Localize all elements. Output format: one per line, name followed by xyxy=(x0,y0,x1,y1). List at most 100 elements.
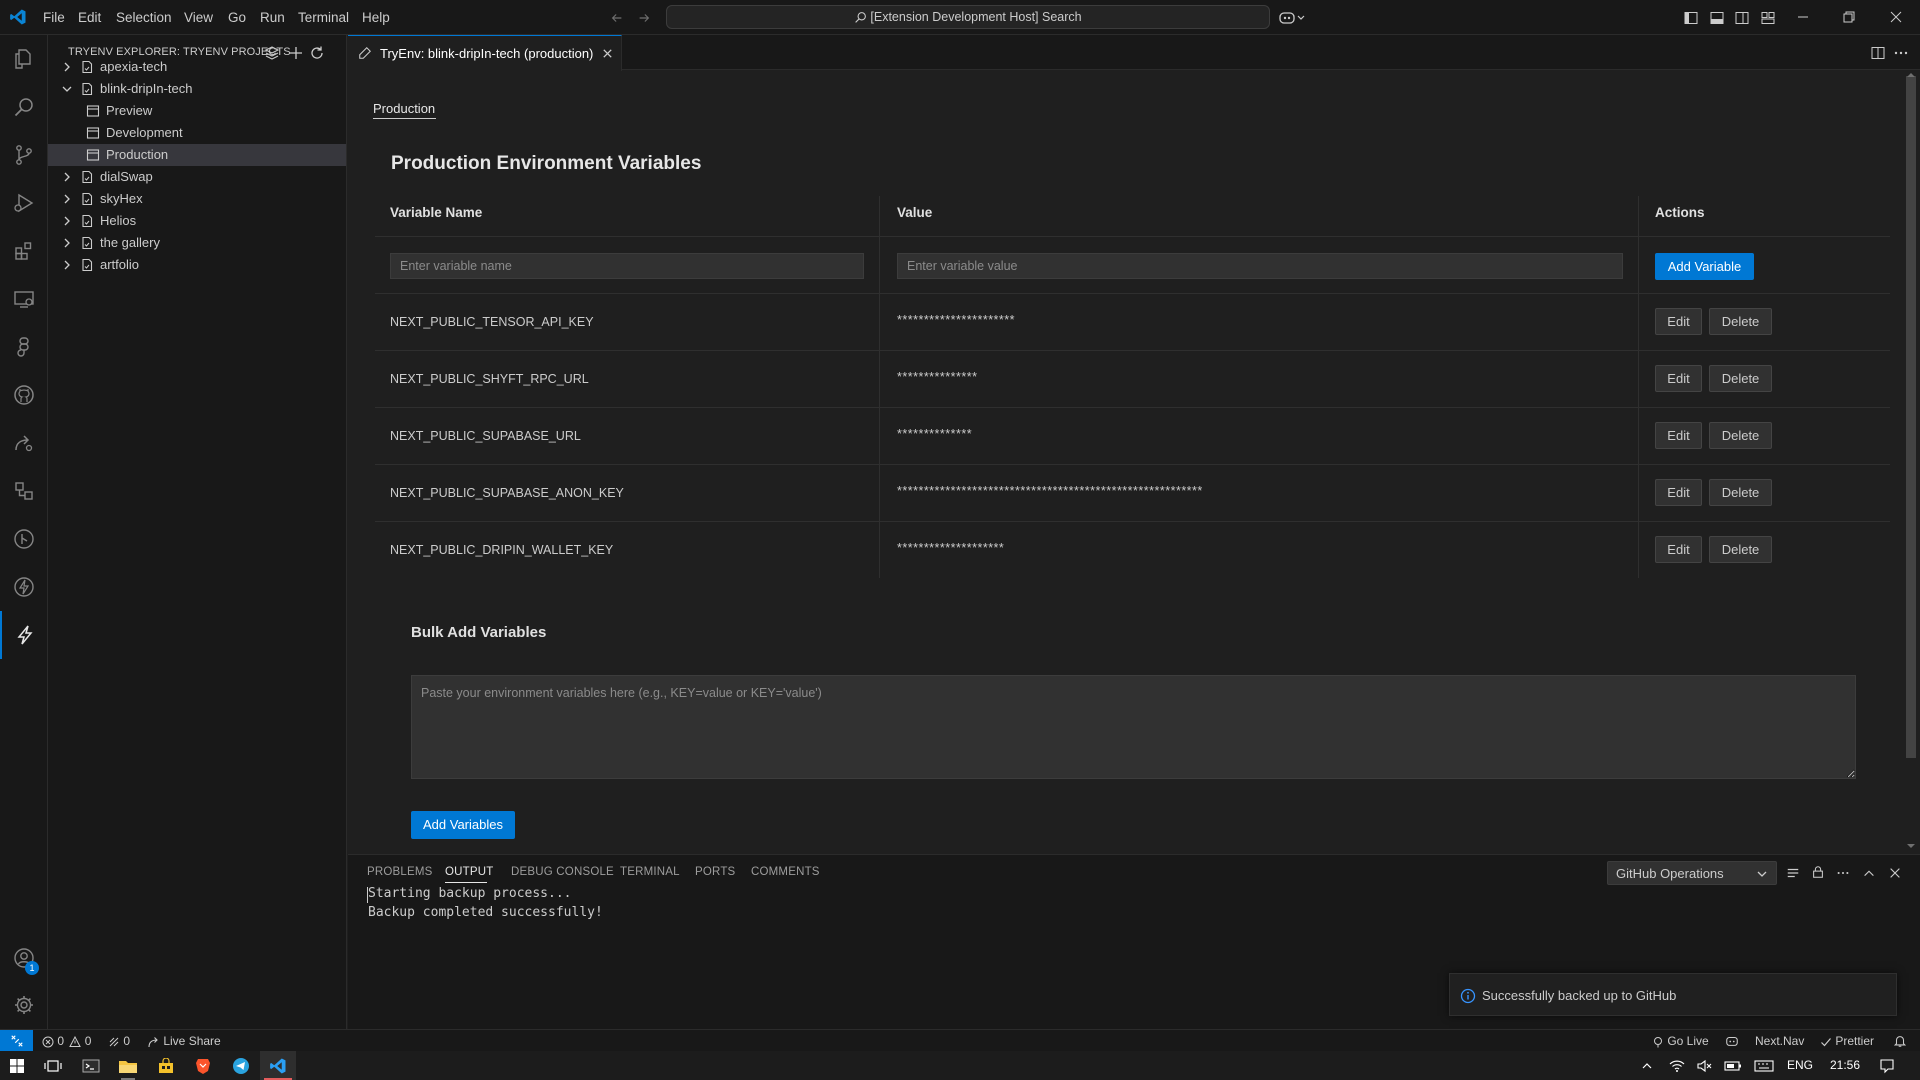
toggle-panel-icon[interactable] xyxy=(1709,10,1725,26)
tree-project-item[interactable]: skyHex xyxy=(48,188,346,210)
chevron-right-icon[interactable] xyxy=(60,258,74,272)
copilot-status-icon[interactable] xyxy=(1725,1030,1739,1052)
panel-tab-ports[interactable]: PORTS xyxy=(695,866,735,878)
chevron-right-icon[interactable] xyxy=(60,236,74,250)
vscode-taskbar-icon[interactable] xyxy=(265,1053,291,1079)
variable-name-input[interactable] xyxy=(390,253,864,279)
keyboard-icon[interactable] xyxy=(1751,1053,1777,1079)
copilot-icon[interactable] xyxy=(1279,10,1305,26)
extensions-icon[interactable] xyxy=(0,227,48,275)
notifications-bell-icon[interactable] xyxy=(1893,1030,1907,1052)
manage-gear-icon[interactable] xyxy=(0,981,48,1029)
edit-button[interactable]: Edit xyxy=(1655,479,1702,506)
maximize-panel-icon[interactable] xyxy=(1862,866,1876,880)
tree-environment-item[interactable]: Development xyxy=(48,122,346,144)
lock-scroll-icon[interactable] xyxy=(1811,865,1825,879)
env-tab-production[interactable]: Production xyxy=(373,101,435,116)
nextnav-status[interactable]: Next.Nav xyxy=(1755,1030,1804,1052)
edit-button[interactable]: Edit xyxy=(1655,308,1702,335)
close-panel-icon[interactable] xyxy=(1888,866,1902,880)
source-control-icon[interactable] xyxy=(0,131,48,179)
remote-indicator-icon[interactable] xyxy=(0,1030,33,1052)
tryenv-icon[interactable] xyxy=(0,611,48,659)
scroll-down-arrow-icon[interactable] xyxy=(1906,843,1916,849)
panel-tab-comments[interactable]: COMMENTS xyxy=(751,866,820,878)
clear-output-icon[interactable] xyxy=(1786,866,1800,880)
terminal-app-icon[interactable] xyxy=(78,1053,104,1079)
toggle-primary-sidebar-icon[interactable] xyxy=(1683,10,1699,26)
volume-muted-icon[interactable] xyxy=(1692,1053,1718,1079)
output-channel-select[interactable]: GitHub Operations xyxy=(1607,861,1777,885)
panel-tab-output[interactable]: OUTPUT xyxy=(445,866,493,878)
edit-button[interactable]: Edit xyxy=(1655,365,1702,392)
delete-button[interactable]: Delete xyxy=(1709,536,1772,563)
tree-project-item[interactable]: blink-dripIn-tech xyxy=(48,78,346,100)
bulk-variables-textarea[interactable] xyxy=(411,675,1856,779)
battery-icon[interactable] xyxy=(1720,1053,1746,1079)
accounts-icon[interactable]: 1 xyxy=(0,934,48,982)
chevron-right-icon[interactable] xyxy=(60,60,74,74)
menu-view[interactable]: View xyxy=(184,0,213,35)
more-actions-icon[interactable] xyxy=(1893,45,1909,61)
chevron-right-icon[interactable] xyxy=(60,170,74,184)
command-center-search[interactable]: [Extension Development Host] Search xyxy=(666,5,1270,29)
panel-tab-debug-console[interactable]: DEBUG CONSOLE xyxy=(511,866,614,878)
tree-project-item[interactable]: Helios xyxy=(48,210,346,232)
search-view-icon[interactable] xyxy=(0,83,48,131)
delete-button[interactable]: Delete xyxy=(1709,479,1772,506)
microsoft-store-icon[interactable] xyxy=(153,1053,179,1079)
ports-status[interactable]: 0 xyxy=(108,1030,130,1052)
add-variable-button[interactable]: Add Variable xyxy=(1655,253,1754,280)
delete-button[interactable]: Delete xyxy=(1709,422,1772,449)
restore-icon[interactable] xyxy=(1842,10,1856,24)
menu-selection[interactable]: Selection xyxy=(116,0,172,35)
chevron-down-icon[interactable] xyxy=(60,82,74,96)
variable-value-input[interactable] xyxy=(897,253,1623,279)
split-editor-icon[interactable] xyxy=(1870,45,1886,61)
minimize-icon[interactable] xyxy=(1796,10,1810,24)
task-view-icon[interactable] xyxy=(40,1053,66,1079)
tree-project-item[interactable]: dialSwap xyxy=(48,166,346,188)
nav-forward-icon[interactable] xyxy=(637,11,651,25)
delete-button[interactable]: Delete xyxy=(1709,365,1772,392)
menu-run[interactable]: Run xyxy=(260,0,285,35)
delete-button[interactable]: Delete xyxy=(1709,308,1772,335)
tree-project-item[interactable]: the gallery xyxy=(48,232,346,254)
edit-button[interactable]: Edit xyxy=(1655,422,1702,449)
tree-project-item[interactable]: apexia-tech xyxy=(48,56,346,78)
tree-environment-item[interactable]: Production xyxy=(48,144,346,166)
tree-environment-item[interactable]: Preview xyxy=(48,100,346,122)
menu-terminal[interactable]: Terminal xyxy=(298,0,349,35)
go-live-status[interactable]: Go Live xyxy=(1652,1030,1709,1052)
add-variables-button[interactable]: Add Variables xyxy=(411,811,515,839)
menu-help[interactable]: Help xyxy=(362,0,390,35)
run-debug-icon[interactable] xyxy=(0,179,48,227)
input-language[interactable]: ENG xyxy=(1787,1051,1813,1080)
live-share-status[interactable]: Live Share xyxy=(148,1030,221,1052)
windows-start-icon[interactable] xyxy=(4,1053,30,1079)
toggle-secondary-sidebar-icon[interactable] xyxy=(1734,10,1750,26)
chevron-right-icon[interactable] xyxy=(60,214,74,228)
close-tab-icon[interactable] xyxy=(601,47,614,60)
scroll-up-arrow-icon[interactable] xyxy=(1906,72,1916,78)
prettier-status[interactable]: Prettier xyxy=(1820,1030,1874,1052)
action-center-icon[interactable] xyxy=(1874,1053,1900,1079)
chevron-right-icon[interactable] xyxy=(60,192,74,206)
customize-layout-icon[interactable] xyxy=(1760,10,1776,26)
nav-back-icon[interactable] xyxy=(610,11,624,25)
clock[interactable]: 21:56 xyxy=(1830,1051,1860,1080)
menu-go[interactable]: Go xyxy=(228,0,246,35)
editor-scrollbar[interactable] xyxy=(1906,76,1916,758)
close-window-icon[interactable] xyxy=(1889,10,1903,24)
panel-tab-problems[interactable]: PROBLEMS xyxy=(367,866,433,878)
file-explorer-icon[interactable] xyxy=(115,1053,141,1079)
panel-tab-terminal[interactable]: TERMINAL xyxy=(620,866,680,878)
tray-overflow-icon[interactable] xyxy=(1634,1053,1660,1079)
problems-status[interactable]: 0 0 xyxy=(42,1030,91,1052)
wifi-icon[interactable] xyxy=(1664,1053,1690,1079)
panel-more-icon[interactable] xyxy=(1836,866,1850,880)
menu-edit[interactable]: Edit xyxy=(78,0,101,35)
editor-tab[interactable]: TryEnv: blink-dripIn-tech (production) xyxy=(348,35,622,71)
explorer-icon[interactable] xyxy=(0,35,48,83)
brave-browser-icon[interactable] xyxy=(190,1053,216,1079)
